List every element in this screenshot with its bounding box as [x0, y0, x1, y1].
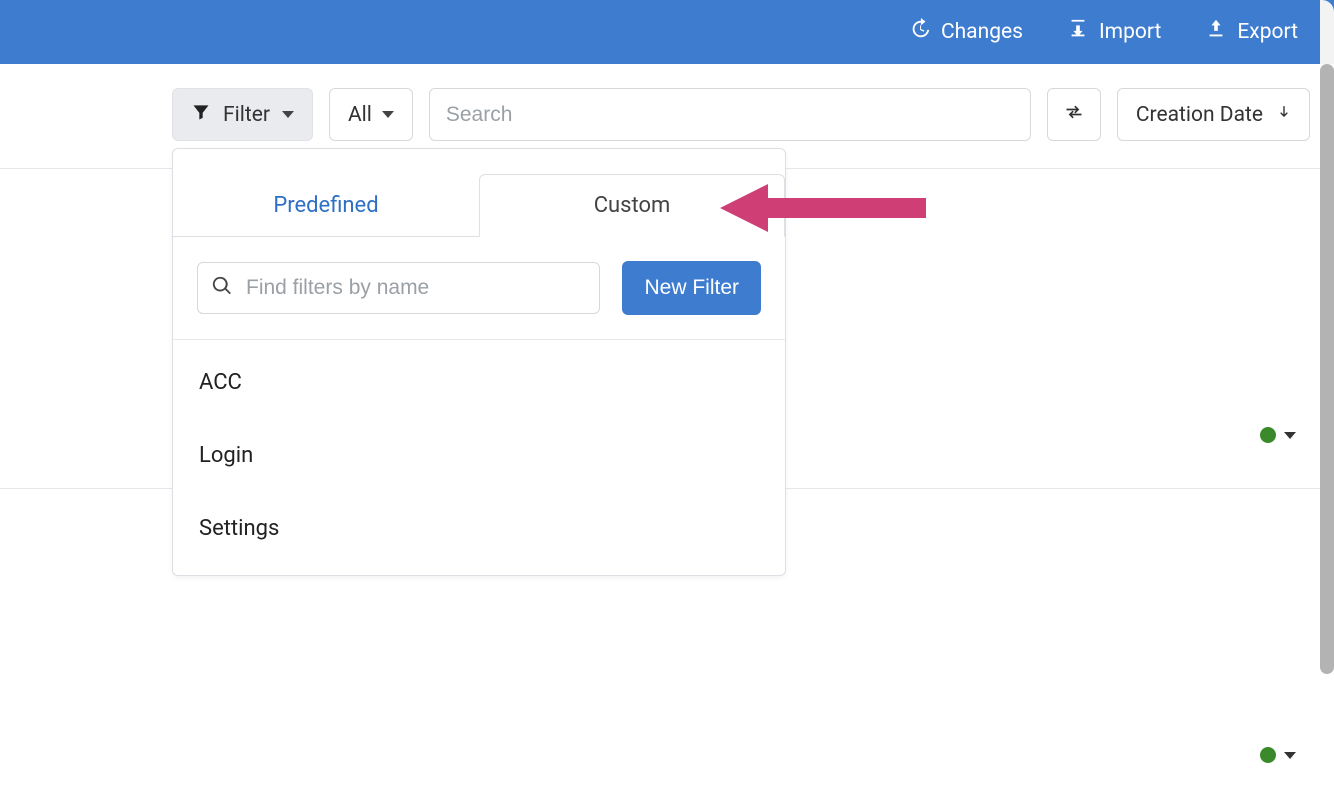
changes-link[interactable]: Changes	[909, 18, 1023, 46]
import-link[interactable]: Import	[1067, 18, 1161, 46]
caret-down-icon	[282, 111, 294, 118]
status-dot-icon	[1260, 747, 1276, 763]
filter-popover: Predefined Custom New Filter ACC Login S…	[172, 148, 786, 576]
scope-dropdown[interactable]: All	[329, 88, 413, 141]
export-icon	[1205, 18, 1227, 46]
status-dot-icon	[1260, 427, 1276, 443]
toolbar: Filter All Creation Date	[0, 64, 1334, 141]
caret-down-icon	[382, 111, 394, 118]
top-bar: Changes Import Export	[0, 0, 1334, 64]
swap-button[interactable]	[1047, 88, 1101, 141]
caret-down-icon	[1284, 752, 1296, 759]
find-filter-input[interactable]	[197, 262, 600, 314]
changes-label: Changes	[941, 20, 1023, 44]
sort-button[interactable]: Creation Date	[1117, 88, 1310, 141]
tabs: Predefined Custom	[173, 149, 785, 237]
caret-down-icon	[1284, 432, 1296, 439]
popover-body: New Filter	[173, 237, 785, 340]
export-link[interactable]: Export	[1205, 18, 1298, 46]
funnel-icon	[191, 102, 211, 128]
filter-item[interactable]: Settings	[173, 492, 785, 565]
export-label: Export	[1237, 20, 1298, 44]
page-corner	[1320, 0, 1334, 64]
tab-custom[interactable]: Custom	[479, 174, 785, 237]
history-icon	[909, 18, 931, 46]
filter-item[interactable]: ACC	[173, 346, 785, 419]
filter-list: ACC Login Settings	[173, 340, 785, 575]
import-label: Import	[1099, 20, 1161, 44]
arrow-down-icon	[1277, 102, 1291, 128]
swap-icon	[1063, 102, 1085, 128]
status-dropdown[interactable]	[1260, 427, 1296, 443]
filter-button-label: Filter	[223, 103, 270, 127]
import-icon	[1067, 18, 1089, 46]
search-input[interactable]	[429, 88, 1031, 141]
filter-button[interactable]: Filter	[172, 88, 313, 141]
new-filter-button[interactable]: New Filter	[622, 261, 761, 315]
status-dropdown[interactable]	[1260, 747, 1296, 763]
scrollbar[interactable]	[1320, 64, 1334, 674]
filter-item[interactable]: Login	[173, 419, 785, 492]
tab-predefined[interactable]: Predefined	[173, 174, 479, 237]
sort-label: Creation Date	[1136, 103, 1263, 127]
search-icon	[211, 275, 233, 301]
scope-label: All	[348, 103, 372, 127]
find-filter-wrap	[197, 262, 600, 314]
